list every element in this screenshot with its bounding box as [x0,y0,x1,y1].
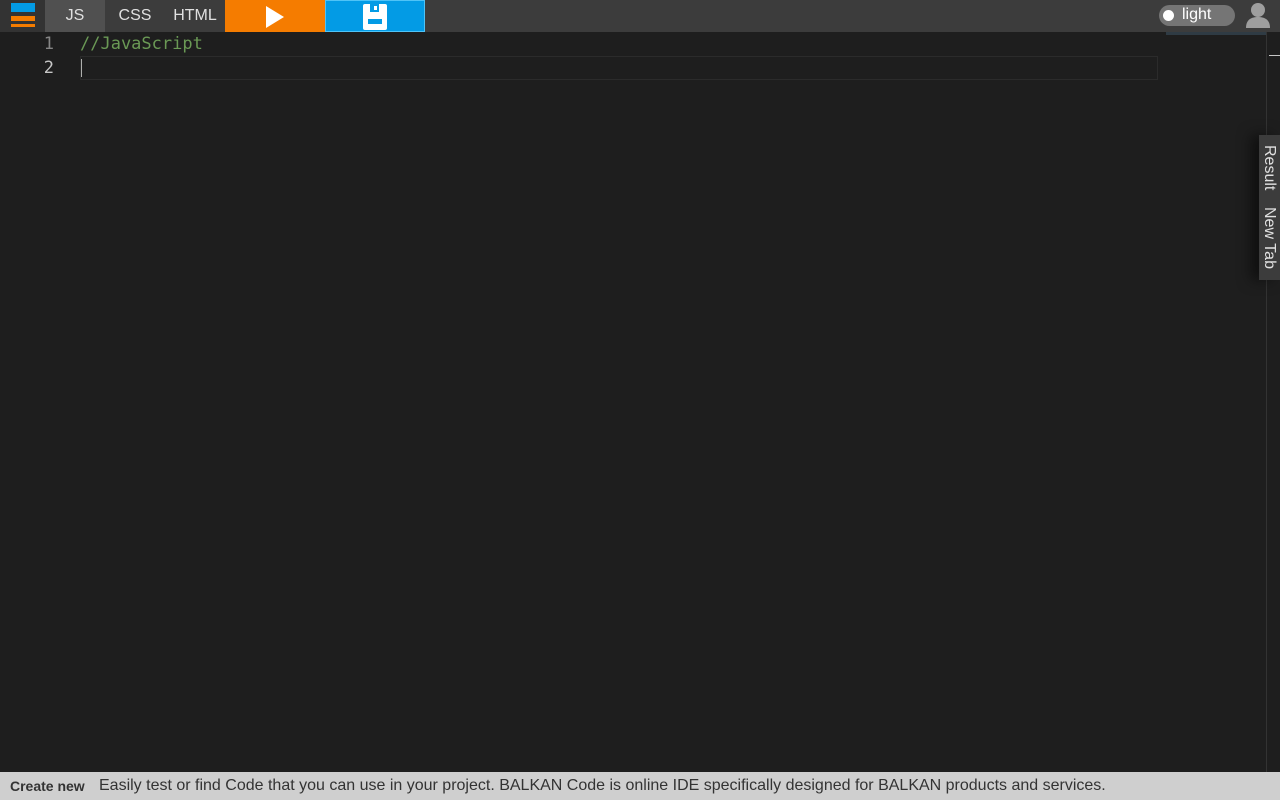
theme-toggle-label: light [1182,6,1212,23]
tab-css[interactable]: CSS [105,0,165,32]
code-line[interactable]: //JavaScript [80,32,203,56]
top-toolbar: JS CSS HTML light [0,0,1280,32]
new-tab-tab[interactable]: New Tab [1259,207,1280,269]
scrollbar-cursor-marker [1269,55,1280,56]
save-button[interactable] [325,0,425,32]
tab-js[interactable]: JS [45,0,105,32]
result-tab[interactable]: Result [1259,145,1280,190]
run-button[interactable] [225,0,325,32]
user-icon[interactable] [1244,1,1272,29]
theme-toggle[interactable]: light [1159,5,1235,26]
footer-bar: Create new Easily test or find Code that… [0,772,1280,800]
create-new-link[interactable]: Create new [10,772,85,800]
current-line-highlight [80,56,1158,80]
save-icon [363,4,387,30]
line-number-gutter: 1 2 [0,32,70,772]
balkan-logo-icon[interactable] [0,0,45,32]
footer-description: Easily test or find Code that you can us… [99,777,1106,794]
text-cursor [81,59,82,77]
line-number: 1 [43,34,54,54]
side-panel-tabs: Result New Tab [1259,135,1280,280]
toggle-knob [1163,10,1174,21]
minimap-slider[interactable] [1166,32,1266,35]
line-number: 2 [43,58,54,78]
play-icon [266,6,284,28]
tab-html[interactable]: HTML [165,0,225,32]
code-editor[interactable]: 1 2 //JavaScript [0,32,1266,772]
